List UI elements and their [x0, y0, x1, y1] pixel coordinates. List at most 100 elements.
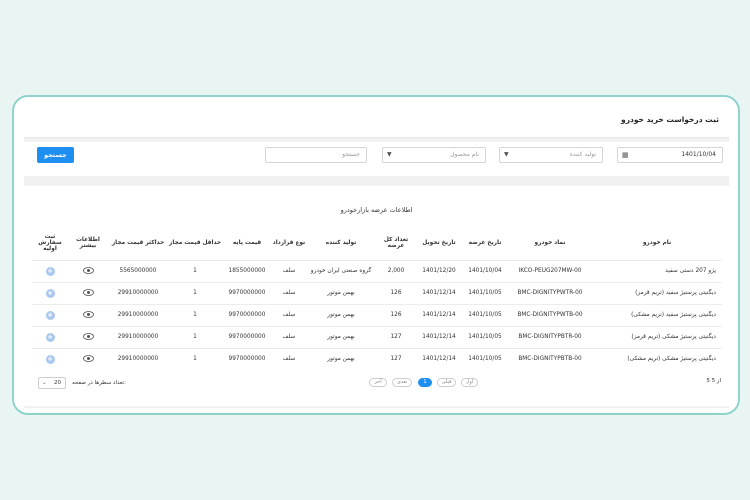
table-row: دیگنیتی پرستیژ سفید (تریم مشکی) BMC-DIGN… — [32, 303, 722, 326]
cell-min-price: 1 — [168, 259, 222, 282]
date-field[interactable]: ▦ 1401/10/04 — [617, 147, 723, 163]
table-row: دیگنیتی پرستیژ مشکی (تریم قرمز) BMC-DIGN… — [32, 325, 722, 348]
cell-symbol: BMC-DIGNITYPWTR-00 — [508, 281, 592, 304]
cell-min-price: 1 — [168, 281, 222, 304]
rows-per-page-select[interactable]: ⌄ 20 — [38, 377, 66, 389]
chevron-down-icon: ▼ — [387, 151, 392, 158]
header-min-price: حداقل قیمت مجاز — [169, 239, 221, 246]
cell-total-count: 127 — [376, 347, 416, 370]
cell-contract-type: سلف — [272, 325, 306, 348]
table-row: دیگنیتی پرستیژ سفید (تریم قرمز) BMC-DIGN… — [32, 281, 722, 304]
page-first-button[interactable]: اول — [461, 378, 478, 387]
cell-base-price: 1855000000 — [222, 259, 272, 282]
cell-base-price: 9970000000 — [222, 303, 272, 326]
product-placeholder: نام محصول — [450, 151, 479, 158]
eye-icon[interactable] — [82, 266, 94, 274]
cell-producer: بهمن موتور — [306, 303, 376, 326]
header-initial-order: ثبت سفارش اولیه — [38, 233, 62, 252]
cell-contract-type: سلف — [272, 303, 306, 326]
cell-max-price: 29910000000 — [108, 347, 168, 370]
chevron-down-icon: ▼ — [504, 151, 509, 158]
header-total-count: تعداد کل عرضه — [383, 236, 409, 249]
cell-delivery-date: 1401/12/14 — [416, 325, 462, 348]
cell-more-info — [68, 303, 108, 326]
cell-producer: بهمن موتور — [306, 347, 376, 370]
cell-total-count: 126 — [376, 303, 416, 326]
cell-min-price: 1 — [168, 303, 222, 326]
page-title: ثبت درخواست خرید خودرو — [621, 115, 719, 124]
plus-circle-icon[interactable]: + — [45, 310, 55, 320]
pagination-bar: ⌄ 20 تعداد سطرها در صفحه: آخر بعدی 1 قبل… — [24, 372, 729, 392]
plus-circle-icon[interactable]: + — [45, 288, 55, 298]
cell-car-name: دیگنیتی پرستیژ مشکی (تریم قرمز) — [592, 325, 722, 348]
cell-min-price: 1 — [168, 347, 222, 370]
header-base-price: قیمت پایه — [232, 239, 262, 246]
page-current-button[interactable]: 1 — [418, 378, 432, 387]
cell-car-name: دیگنیتی پرستیژ سفید (تریم قرمز) — [592, 281, 722, 304]
cell-max-price: 29910000000 — [108, 281, 168, 304]
cell-offer-date: 1401/10/05 — [462, 303, 508, 326]
header-max-price: حداکثر قیمت مجاز — [111, 239, 165, 246]
chevron-down-icon: ⌄ — [42, 380, 47, 386]
eye-icon[interactable] — [82, 332, 94, 340]
producer-select[interactable]: ▼ تولید کننده — [499, 147, 603, 163]
cell-symbol: BMC-DIGNITYPBTR-00 — [508, 325, 592, 348]
cell-symbol: BMC-DIGNITYPBTB-00 — [508, 347, 592, 370]
cell-more-info — [68, 347, 108, 370]
cell-initial-order: + — [32, 259, 68, 282]
cell-offer-date: 1401/10/05 — [462, 281, 508, 304]
plus-circle-icon[interactable]: + — [45, 354, 55, 364]
search-input[interactable]: جستجو — [265, 147, 367, 163]
header-offer-date: تاریخ عرضه — [468, 239, 502, 246]
filter-bar: جستجو جستجو ▼ نام محصول ▼ تولید کننده ▦ … — [24, 142, 729, 176]
cell-contract-type: سلف — [272, 281, 306, 304]
cell-delivery-date: 1401/12/20 — [416, 259, 462, 282]
cell-producer: بهمن موتور — [306, 325, 376, 348]
title-bar: ثبت درخواست خرید خودرو — [24, 105, 729, 138]
table-caption: اطلاعات عرضه بازارخودرو — [340, 206, 413, 214]
cell-more-info — [68, 259, 108, 282]
cell-max-price: 5565000000 — [108, 259, 168, 282]
cell-contract-type: سلف — [272, 347, 306, 370]
cell-symbol: IKCO-PEUG207MW-00 — [508, 259, 592, 282]
calendar-icon[interactable]: ▦ — [622, 148, 629, 162]
cell-max-price: 29910000000 — [108, 325, 168, 348]
page-last-button[interactable]: آخر — [369, 378, 387, 387]
search-button[interactable]: جستجو — [37, 147, 74, 163]
main-panel: ثبت درخواست خرید خودرو جستجو جستجو ▼ نام… — [24, 105, 729, 408]
header-symbol: نماد خودرو — [534, 239, 566, 246]
page-prev-button[interactable]: قبلی — [437, 378, 456, 387]
plus-circle-icon[interactable]: + — [45, 266, 55, 276]
cell-more-info — [68, 281, 108, 304]
product-name-select[interactable]: ▼ نام محصول — [382, 147, 486, 163]
header-producer: تولید کننده — [325, 239, 357, 246]
cell-delivery-date: 1401/12/14 — [416, 281, 462, 304]
header-contract-type: نوع قرارداد — [272, 239, 306, 246]
cell-offer-date: 1401/10/05 — [462, 325, 508, 348]
cell-contract-type: سلف — [272, 259, 306, 282]
cell-total-count: 127 — [376, 325, 416, 348]
table-row: پژو 207 دستی سفید IKCO-PEUG207MW-00 1401… — [32, 259, 722, 282]
cell-initial-order: + — [32, 303, 68, 326]
cell-offer-date: 1401/10/04 — [462, 259, 508, 282]
plus-circle-icon[interactable]: + — [45, 332, 55, 342]
table-panel: اطلاعات عرضه بازارخودرو نام خودرو نماد خ… — [24, 186, 729, 406]
cell-base-price: 9970000000 — [222, 347, 272, 370]
table-header-row: نام خودرو نماد خودرو تاریخ عرضه تاریخ تح… — [32, 226, 722, 260]
cell-offer-date: 1401/10/05 — [462, 347, 508, 370]
cell-initial-order: + — [32, 325, 68, 348]
eye-icon[interactable] — [82, 354, 94, 362]
eye-icon[interactable] — [82, 310, 94, 318]
header-more-info: اطلاعات بیشتر — [76, 236, 100, 249]
cell-producer: گروه صنعتی ایران خودرو — [306, 259, 376, 282]
page-next-button[interactable]: بعدی — [392, 378, 412, 387]
cell-total-count: 126 — [376, 281, 416, 304]
search-placeholder: جستجو — [342, 151, 360, 158]
table-row: دیگنیتی پرستیژ مشکی (تریم مشکی) BMC-DIGN… — [32, 347, 722, 370]
rows-per-page-label: تعداد سطرها در صفحه: — [72, 380, 126, 386]
cell-initial-order: + — [32, 347, 68, 370]
cell-max-price: 29910000000 — [108, 303, 168, 326]
producer-placeholder: تولید کننده — [569, 151, 596, 158]
cell-base-price: 9970000000 — [222, 325, 272, 348]
eye-icon[interactable] — [82, 288, 94, 296]
